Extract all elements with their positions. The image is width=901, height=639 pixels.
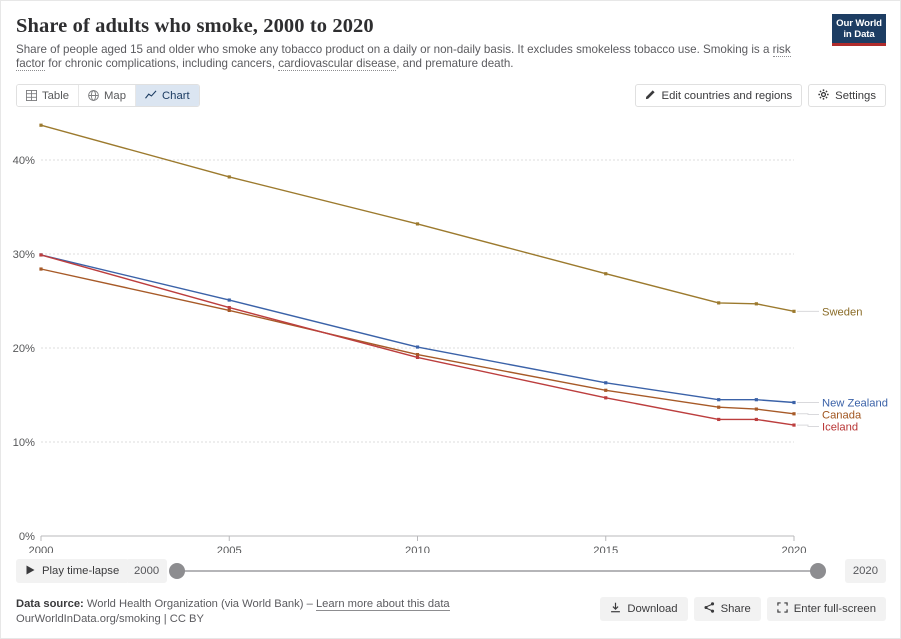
cardiovascular-disease-link[interactable]: cardiovascular disease: [278, 57, 397, 72]
fullscreen-icon: [777, 602, 788, 616]
chart-footer: Data source: World Health Organization (…: [16, 597, 886, 629]
logo-line-2: in Data: [843, 29, 875, 40]
line-chart-icon: [145, 90, 157, 101]
data-point-marker: [754, 417, 758, 422]
timeline-start-year[interactable]: 2000: [126, 559, 168, 583]
data-point-marker: [227, 298, 231, 302]
logo-line-1: Our World: [836, 18, 882, 29]
data-point-marker: [792, 400, 796, 405]
y-axis-tick-label: 0%: [19, 531, 35, 543]
data-point-marker: [39, 253, 43, 257]
download-button[interactable]: Download: [600, 597, 688, 621]
x-axis-tick-label: 2005: [217, 545, 242, 553]
timeline-control: Play time-lapse 2000 2020: [16, 559, 886, 585]
share-label: Share: [720, 603, 751, 615]
fullscreen-button[interactable]: Enter full-screen: [766, 597, 886, 621]
data-point-marker: [415, 352, 420, 357]
tab-chart-label: Chart: [162, 89, 190, 102]
data-point-marker: [717, 405, 721, 409]
edit-countries-button[interactable]: Edit countries and regions: [634, 84, 803, 107]
data-point-marker: [717, 301, 721, 305]
play-icon: [26, 565, 35, 578]
series-label-canada[interactable]: Canada: [822, 410, 862, 422]
data-source-text: World Health Organization (via World Ban…: [86, 598, 304, 610]
timeline-slider-track[interactable]: [169, 563, 826, 579]
series-new-zealand[interactable]: New Zealand: [39, 253, 888, 410]
edit-countries-label: Edit countries and regions: [661, 89, 793, 102]
subtitle-text-2: for chronic complications, including can…: [45, 57, 279, 71]
x-axis-tick-label: 2010: [405, 545, 430, 553]
data-point-marker: [754, 398, 758, 402]
x-axis-tick-label: 2000: [29, 545, 54, 553]
data-point-marker: [227, 305, 231, 310]
y-axis-tick-label: 40%: [13, 155, 35, 167]
series-label-new-zealand[interactable]: New Zealand: [822, 398, 888, 410]
data-point-marker: [792, 412, 796, 416]
data-point-marker: [717, 398, 721, 402]
chart-subtitle: Share of people aged 15 and older who sm…: [16, 43, 791, 72]
series-canada[interactable]: Canada: [39, 267, 862, 422]
data-point-marker: [717, 417, 721, 422]
subtitle-text-3: , and premature death.: [396, 57, 514, 71]
x-axis-tick-label: 2015: [593, 545, 618, 553]
play-timelapse-label: Play time-lapse: [42, 565, 120, 577]
timeline-handle-start[interactable]: [169, 563, 185, 579]
data-point-marker: [604, 272, 608, 276]
data-point-marker: [604, 396, 608, 400]
gear-icon: [818, 88, 829, 103]
data-point-marker: [754, 407, 758, 411]
learn-more-link[interactable]: Learn more about this data: [315, 598, 450, 611]
timeline-handle-end[interactable]: [810, 563, 826, 579]
share-button[interactable]: Share: [693, 597, 761, 621]
download-label: Download: [627, 603, 678, 615]
series-label-iceland[interactable]: Iceland: [822, 422, 858, 434]
chart-header: Share of adults who smoke, 2000 to 2020 …: [16, 13, 816, 72]
settings-button[interactable]: Settings: [808, 84, 886, 107]
view-tabs: Table Map Chart: [16, 84, 200, 107]
series-iceland[interactable]: Iceland: [39, 253, 858, 434]
data-point-marker: [415, 355, 420, 359]
globe-icon: [88, 90, 99, 101]
data-source-prefix: Data source:: [16, 598, 84, 610]
data-point-marker: [227, 308, 231, 312]
owid-logo[interactable]: Our World in Data: [832, 14, 886, 46]
footer-actions: Download Share Enter full-screen: [600, 597, 886, 621]
chart-svg: 0% 10% 20% 30% 40% 2000 2005 2010 2015 2020 Sweden…: [13, 123, 888, 553]
controls-row: Table Map Chart Edit countries and regio…: [16, 84, 886, 108]
source-dash: –: [306, 598, 313, 610]
play-timelapse-button[interactable]: Play time-lapse: [16, 559, 130, 583]
tab-table[interactable]: Table: [17, 85, 80, 106]
download-icon: [610, 602, 621, 616]
x-axis-tick-label: 2020: [782, 545, 807, 553]
data-point-marker: [39, 267, 43, 271]
chart-frame: Share of adults who smoke, 2000 to 2020 …: [0, 0, 901, 639]
data-point-marker: [604, 381, 608, 385]
pencil-icon: [645, 89, 656, 103]
share-icon: [704, 602, 715, 616]
y-axis-tick-label: 30%: [13, 249, 35, 261]
tab-chart[interactable]: Chart: [136, 85, 199, 106]
chart-plot-area[interactable]: 0% 10% 20% 30% 40% 2000 2005 2010 2015 2020 Sweden…: [1, 113, 901, 553]
y-axis-tick-label: 10%: [13, 437, 35, 449]
tab-table-label: Table: [42, 89, 70, 102]
tab-map-label: Map: [104, 89, 126, 102]
data-point-marker: [227, 175, 231, 179]
series-label-sweden[interactable]: Sweden: [822, 306, 862, 318]
y-axis-tick-label: 20%: [13, 343, 35, 355]
data-point-marker: [792, 309, 796, 313]
data-point-marker: [792, 423, 796, 427]
settings-label: Settings: [835, 89, 876, 102]
tab-map[interactable]: Map: [79, 85, 136, 106]
data-point-marker: [415, 345, 420, 349]
data-point-marker: [39, 123, 43, 127]
subtitle-text-1: Share of people aged 15 and older who sm…: [16, 43, 773, 56]
fullscreen-label: Enter full-screen: [793, 603, 876, 615]
timeline-end-year[interactable]: 2020: [844, 559, 886, 583]
data-point-marker: [604, 388, 608, 392]
data-point-marker: [415, 222, 420, 226]
chart-action-buttons: Edit countries and regions Settings: [634, 84, 886, 107]
table-icon: [26, 90, 37, 101]
data-point-marker: [754, 302, 758, 306]
page-title: Share of adults who smoke, 2000 to 2020: [16, 15, 374, 37]
